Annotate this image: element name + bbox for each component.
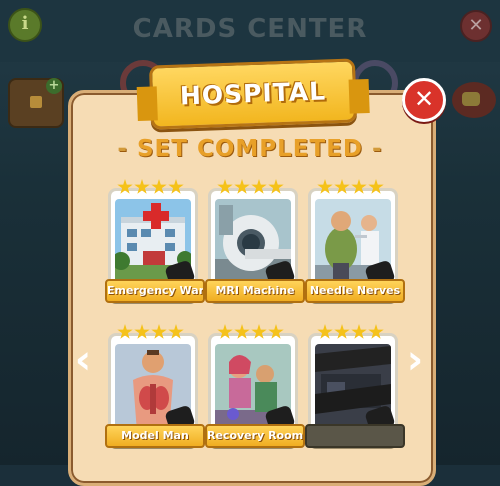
star-icon bbox=[234, 324, 250, 339]
star-icon bbox=[217, 179, 233, 194]
star-icon bbox=[251, 179, 267, 194]
star-icon bbox=[268, 179, 284, 194]
star-icon bbox=[151, 179, 167, 194]
card-label: Model Man bbox=[105, 424, 205, 448]
set-banner: HOSPITAL bbox=[148, 58, 358, 130]
star-icon bbox=[217, 324, 233, 339]
plus-icon: + bbox=[46, 78, 62, 94]
card-label: Recovery Room bbox=[205, 424, 305, 448]
card-emergency-ward[interactable]: Emergency Ward bbox=[105, 179, 205, 303]
star-icon bbox=[134, 179, 150, 194]
cannon-icon[interactable] bbox=[452, 82, 496, 118]
dash-left: - bbox=[117, 136, 128, 162]
card-mri-machine[interactable]: MRI Machine bbox=[205, 179, 305, 303]
star-icon bbox=[317, 324, 333, 339]
card-stars bbox=[217, 324, 295, 342]
card-needle-nerves[interactable]: Needle Nerves bbox=[305, 179, 405, 303]
page-title: CARDS CENTER bbox=[132, 14, 368, 44]
card-recovery-room[interactable]: Recovery Room bbox=[205, 324, 305, 448]
info-button[interactable]: i bbox=[8, 8, 42, 42]
previous-arrow-icon[interactable]: ‹ bbox=[68, 340, 98, 384]
star-icon bbox=[351, 324, 367, 339]
star-icon bbox=[334, 179, 350, 194]
card-label bbox=[305, 424, 405, 448]
star-icon bbox=[317, 179, 333, 194]
card-stars bbox=[317, 324, 395, 342]
star-icon bbox=[234, 179, 250, 194]
next-arrow-icon[interactable]: › bbox=[400, 340, 430, 384]
star-icon bbox=[368, 179, 384, 194]
card-label: Emergency Ward bbox=[105, 279, 205, 303]
star-icon bbox=[168, 324, 184, 339]
star-icon bbox=[251, 324, 267, 339]
star-icon bbox=[351, 179, 367, 194]
set-status: - SET COMPLETED - bbox=[0, 136, 500, 162]
card-stars bbox=[217, 179, 295, 197]
dash-right: - bbox=[372, 136, 383, 162]
star-icon bbox=[368, 324, 384, 339]
set-status-text: SET COMPLETED bbox=[136, 136, 363, 162]
star-icon bbox=[268, 324, 284, 339]
close-popup-button[interactable]: ✕ bbox=[402, 78, 446, 122]
star-icon bbox=[168, 179, 184, 194]
star-icon bbox=[117, 179, 133, 194]
close-screen-button[interactable]: ✕ bbox=[460, 10, 492, 42]
star-icon bbox=[334, 324, 350, 339]
card-stars bbox=[317, 179, 395, 197]
star-icon bbox=[151, 324, 167, 339]
card-label: Needle Nerves bbox=[305, 279, 405, 303]
star-icon bbox=[117, 324, 133, 339]
card-stars bbox=[117, 324, 195, 342]
card-stars bbox=[117, 179, 195, 197]
card-obscured[interactable] bbox=[305, 324, 405, 448]
set-name: HOSPITAL bbox=[179, 76, 327, 111]
card-label: MRI Machine bbox=[205, 279, 305, 303]
card-model-man[interactable]: Model Man bbox=[105, 324, 205, 448]
star-icon bbox=[134, 324, 150, 339]
